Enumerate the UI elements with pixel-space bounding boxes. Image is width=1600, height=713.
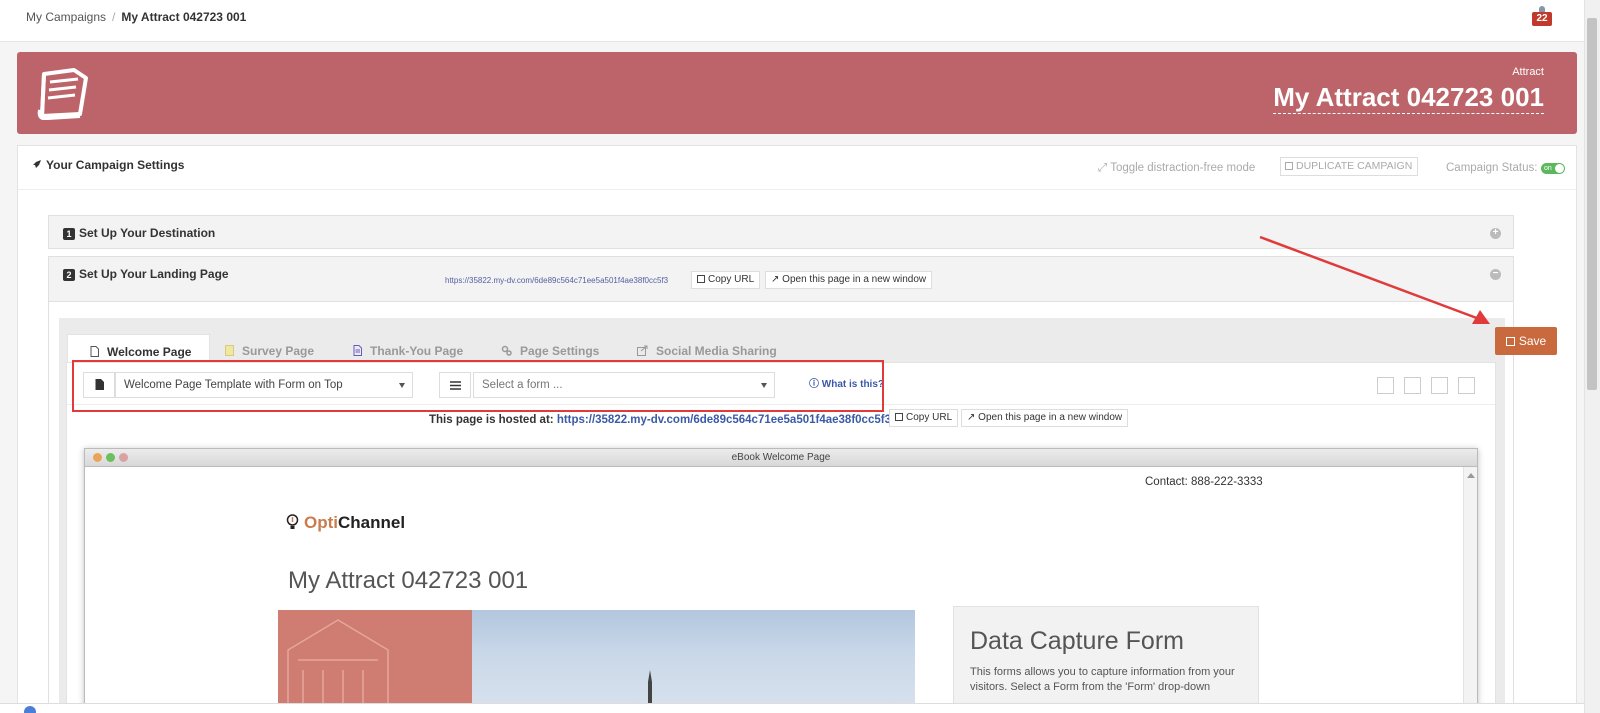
database-icon[interactable]	[1431, 377, 1448, 394]
step-destination-label: Set Up Your Destination	[79, 226, 216, 240]
preview-window: eBook Welcome Page Contact: 888-222-3333…	[84, 448, 1478, 713]
open-new-window-label: Open this page in a new window	[978, 412, 1123, 423]
help-chat-icon[interactable]	[24, 706, 36, 713]
breadcrumb: My Campaigns / My Attract 042723 001	[26, 10, 246, 24]
open-new-window-label: Open this page in a new window	[782, 274, 927, 285]
duplicate-campaign-label: DUPLICATE CAMPAIGN	[1296, 160, 1413, 172]
clone-icon[interactable]	[1458, 377, 1475, 394]
form-title: Data Capture Form	[970, 627, 1184, 655]
copy-url-button[interactable]: Copy URL	[691, 271, 761, 289]
settings-header: Your Campaign Settings ⤢ Toggle distract…	[18, 146, 1576, 190]
landing-url[interactable]: https://35822.my-dv.com/6de89c564c71ee5a…	[445, 276, 668, 285]
annotation-highlight-box	[72, 360, 884, 412]
app-root: My Campaigns / My Attract 042723 001 22 At…	[0, 0, 1600, 713]
survey-icon	[225, 345, 234, 356]
step-landing-title: 2 Set Up Your Landing Page	[63, 267, 229, 281]
floppy-disk-icon	[1505, 337, 1515, 346]
toggle-distraction-free-label: Toggle distraction-free mode	[1110, 162, 1256, 174]
campaign-status-label: Campaign Status:	[1446, 162, 1538, 174]
expand-icon: ⤢	[1098, 162, 1111, 174]
preview-scrollbar[interactable]	[1463, 467, 1477, 713]
settings-title-text: Your Campaign Settings	[46, 158, 185, 172]
external-link-icon: ↗	[771, 274, 783, 285]
copy-icon	[1285, 162, 1293, 170]
toggle-distraction-free[interactable]: ⤢ Toggle distraction-free mode	[1098, 162, 1255, 175]
file-icon	[90, 346, 99, 357]
hero-image-building	[278, 610, 472, 713]
preview-window-title: eBook Welcome Page	[731, 452, 831, 463]
campaign-title[interactable]: My Attract 042723 001	[1273, 82, 1544, 114]
document-icon	[353, 345, 362, 356]
step-number: 1	[63, 228, 75, 240]
download-icon[interactable]	[1404, 377, 1421, 394]
top-bar: My Campaigns / My Attract 042723 001 22	[0, 0, 1584, 42]
opti-channel-logo: OptiChannel	[286, 513, 405, 533]
campaign-status-value: on	[1544, 165, 1552, 172]
copy-url-label: Copy URL	[708, 274, 755, 285]
breadcrumb-current: My Attract 042723 001	[121, 10, 247, 24]
tab-survey-page-label: Survey Page	[242, 344, 315, 358]
campaign-status-toggle[interactable]: on	[1541, 163, 1565, 174]
spire-icon	[648, 670, 652, 713]
save-button[interactable]: Save	[1495, 327, 1557, 355]
duplicate-campaign-button[interactable]: DUPLICATE CAMPAIGN	[1280, 157, 1419, 176]
rocket-icon	[33, 160, 41, 168]
campaign-type-label: Attract	[1512, 66, 1544, 78]
form-description: This forms allows you to capture informa…	[970, 666, 1235, 693]
open-new-window-button[interactable]: ↗ Open this page in a new window	[961, 409, 1129, 427]
tab-page-settings-label: Page Settings	[520, 344, 600, 358]
share-icon	[637, 345, 648, 356]
tab-social-media-sharing-label: Social Media Sharing	[656, 344, 777, 358]
settings-title: Your Campaign Settings	[32, 158, 184, 172]
breadcrumb-separator: /	[112, 10, 116, 24]
save-button-label: Save	[1518, 334, 1547, 348]
bottom-bar	[0, 703, 1584, 713]
breadcrumb-parent[interactable]: My Campaigns	[26, 10, 106, 24]
hero-image-sky	[472, 610, 915, 713]
copy-icon	[697, 275, 705, 283]
notifications-bell-icon[interactable]: 22	[1532, 6, 1552, 26]
hosted-url-link[interactable]: https://35822.my-dv.com/6de89c564c71ee5a…	[557, 414, 891, 426]
logo-opti: Opti	[304, 513, 338, 532]
copy-icon	[895, 413, 903, 421]
tab-welcome-page-label: Welcome Page	[107, 345, 192, 359]
preview-page-title: My Attract 042723 001	[288, 567, 529, 594]
scroll-up-arrow-icon[interactable]	[1467, 473, 1475, 478]
preview-title-bar: eBook Welcome Page	[85, 449, 1477, 467]
hosted-at-label: This page is hosted at:	[429, 414, 554, 426]
data-capture-form: Data Capture Form This forms allows you …	[953, 606, 1259, 713]
copy-url-label: Copy URL	[906, 412, 953, 423]
tab-thank-you-page-label: Thank-You Page	[370, 344, 464, 358]
lightbulb-icon	[286, 514, 299, 529]
building-sketch-icon	[287, 619, 389, 713]
page-scrollbar-thumb[interactable]	[1587, 18, 1597, 390]
step-number: 2	[63, 269, 75, 281]
notification-count-badge: 22	[1532, 12, 1552, 26]
step-landing-label: Set Up Your Landing Page	[79, 267, 229, 281]
contact-phone: Contact: 888-222-3333	[1145, 476, 1263, 488]
hosted-at: This page is hosted at: https://35822.my…	[429, 414, 891, 426]
external-link-icon: ↗	[967, 412, 979, 423]
gears-icon	[501, 345, 512, 356]
open-new-window-button[interactable]: ↗ Open this page in a new window	[765, 271, 933, 289]
annotation-arrow	[1259, 235, 1490, 324]
logo-channel: Channel	[338, 513, 406, 532]
copy-url-button[interactable]: Copy URL	[889, 409, 959, 427]
book-icon	[37, 68, 88, 120]
step-destination-title: 1 Set Up Your Destination	[63, 226, 215, 240]
fullscreen-icon[interactable]	[1377, 377, 1394, 394]
